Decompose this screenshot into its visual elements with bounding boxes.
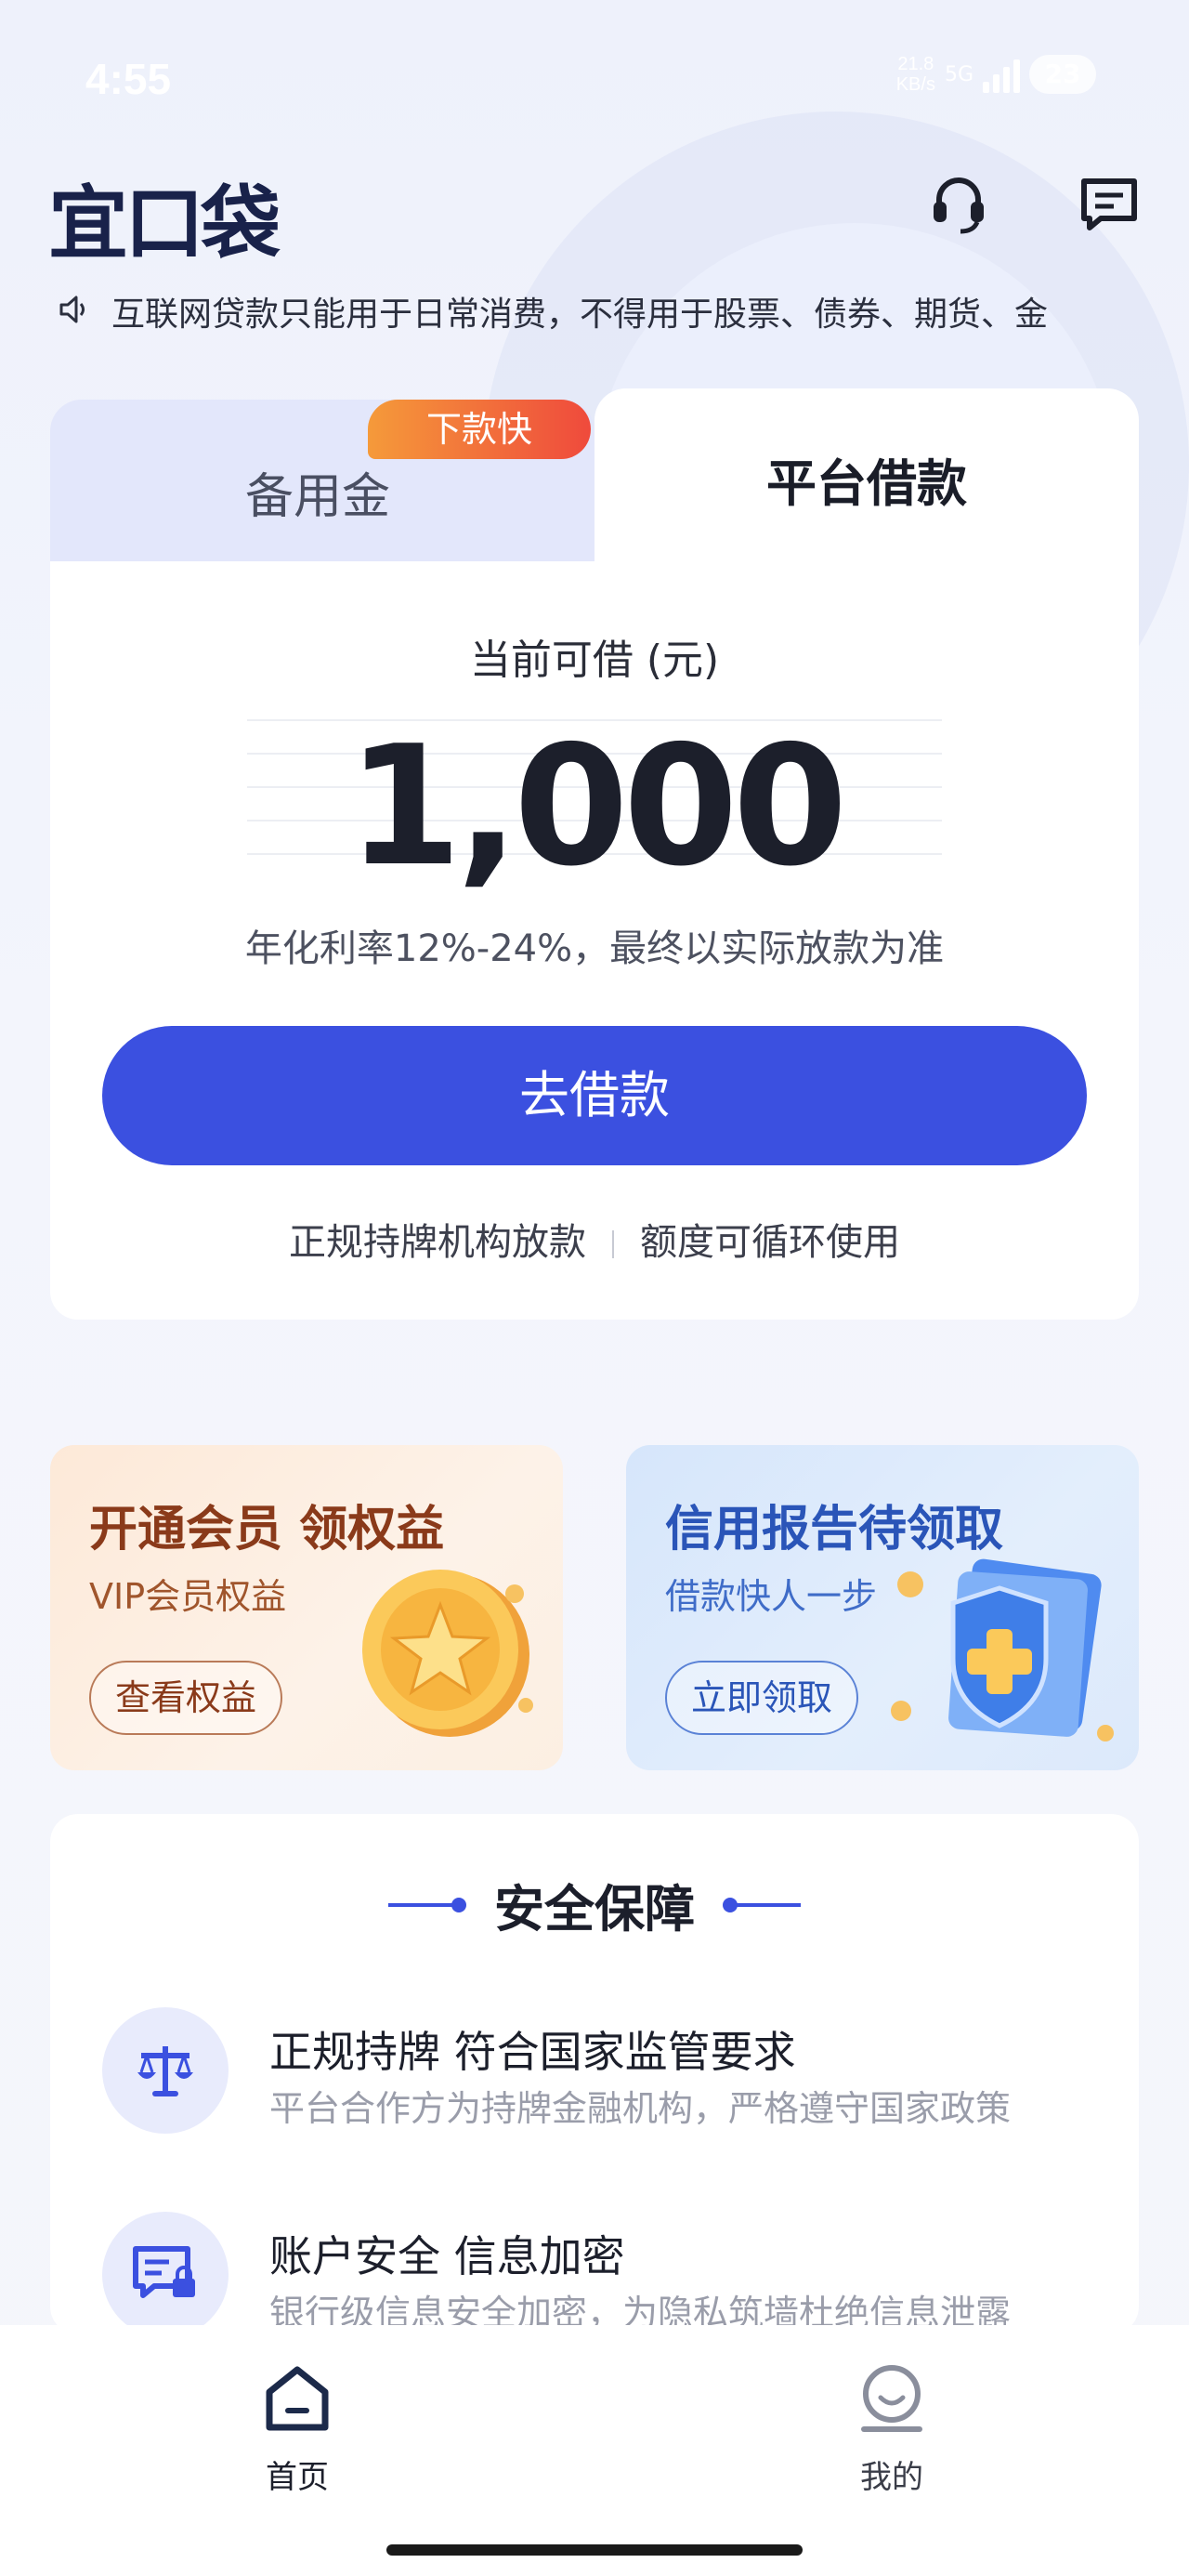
tab-reserve-fund[interactable]: 备用金 下款快: [50, 400, 594, 576]
notice-text: 互联网贷款只能用于日常消费，不得用于股票、债券、期货、金: [111, 296, 1049, 334]
tab-home-label: 首页: [266, 2459, 329, 2496]
home-indicator: [386, 2544, 803, 2556]
notice-bar[interactable]: 互联网贷款只能用于日常消费，不得用于股票、债券、期货、金: [56, 279, 1133, 344]
tab-reserve-fund-label: 备用金: [245, 469, 391, 525]
message-icon[interactable]: [1072, 167, 1146, 242]
scale-icon: [102, 2007, 229, 2134]
status-indicators: 21.8 KB/s 5G 23: [896, 54, 1096, 95]
app-logo: 宜口袋: [48, 177, 281, 270]
network-speed-unit: KB/s: [895, 74, 935, 95]
security-item: 正规持牌 符合国家监管要求 平台合作方为持牌金融机构，严格遵守国家政策: [102, 2007, 1105, 2147]
tab-mine[interactable]: 我的: [799, 2362, 985, 2497]
credit-report-promo-card[interactable]: 信用报告待领取 借款快人一步 立即领取: [626, 1445, 1139, 1770]
fast-payout-badge: 下款快: [368, 400, 591, 459]
feature-revolving: 额度可循环使用: [640, 1221, 900, 1264]
status-bar: 4:55 21.8 KB/s 5G 23: [0, 0, 1189, 149]
security-item-heading: 正规持牌 符合国家监管要求: [269, 2027, 796, 2077]
security-item-heading: 账户安全 信息加密: [269, 2231, 625, 2281]
interest-rate-note: 年化利率12%-24%，最终以实际放款为准: [244, 927, 945, 970]
bottom-tab-bar: 首页 我的: [0, 2325, 1189, 2576]
tab-platform-loan[interactable]: 平台借款: [594, 388, 1139, 584]
feature-divider: [612, 1230, 614, 1258]
signal-icon: [983, 56, 1020, 93]
vip-promo-title: 开通会员 领权益: [89, 1502, 445, 1557]
tab-mine-label: 我的: [860, 2459, 923, 2496]
headset-icon[interactable]: [921, 167, 996, 242]
loan-card: 备用金 下款快 平台借款 当前可借 (元) 1,000 年化利率12%-24%，…: [50, 388, 1139, 1320]
title-decoration-right: [723, 1897, 801, 1912]
credit-promo-subtitle: 借款快人一步: [665, 1576, 878, 1617]
claim-now-button[interactable]: 立即领取: [665, 1661, 859, 1735]
profile-icon: [861, 2365, 922, 2432]
speaker-icon: [56, 291, 93, 332]
available-amount: 1,000: [346, 710, 847, 902]
shield-document-icon: [891, 1558, 1114, 1741]
available-amount-label: 当前可借 (元): [469, 637, 720, 684]
borrow-button[interactable]: 去借款: [102, 1026, 1087, 1165]
security-item-description: 平台合作方为持牌金融机构，严格遵守国家政策: [269, 2088, 1012, 2129]
status-time: 4:55: [85, 55, 172, 103]
secure-chat-icon: [102, 2212, 229, 2338]
view-benefits-button[interactable]: 查看权益: [89, 1661, 283, 1735]
battery-icon: 23: [1029, 55, 1096, 94]
tab-home[interactable]: 首页: [204, 2362, 390, 2497]
vip-promo-subtitle: VIP会员权益: [89, 1576, 287, 1617]
home-icon: [266, 2366, 329, 2431]
title-decoration-left: [388, 1897, 466, 1912]
network-speed: 21.8 KB/s: [896, 54, 935, 95]
vip-promo-card[interactable]: 开通会员 领权益 VIP会员权益 查看权益: [50, 1445, 563, 1770]
security-section: 安全保障 正规持牌 符合国家监管要求 平台合作方为持牌金融机构，严格遵守国家政策: [50, 1814, 1139, 2338]
loan-features: 正规持牌机构放款 额度可循环使用: [50, 1212, 1139, 1266]
feature-licensed: 正规持牌机构放款: [289, 1221, 586, 1264]
loan-card-body: 当前可借 (元) 1,000 年化利率12%-24%，最终以实际放款为准 去借款…: [50, 561, 1139, 1320]
security-title: 安全保障: [494, 1880, 695, 1939]
security-title-row: 安全保障: [50, 1868, 1139, 1941]
gold-coin-icon: [362, 1570, 533, 1737]
network-speed-value: 21.8: [897, 54, 934, 74]
tab-platform-loan-label: 平台借款: [766, 454, 967, 513]
network-type: 5G: [944, 62, 973, 86]
app-header: 宜口袋: [48, 158, 1146, 270]
